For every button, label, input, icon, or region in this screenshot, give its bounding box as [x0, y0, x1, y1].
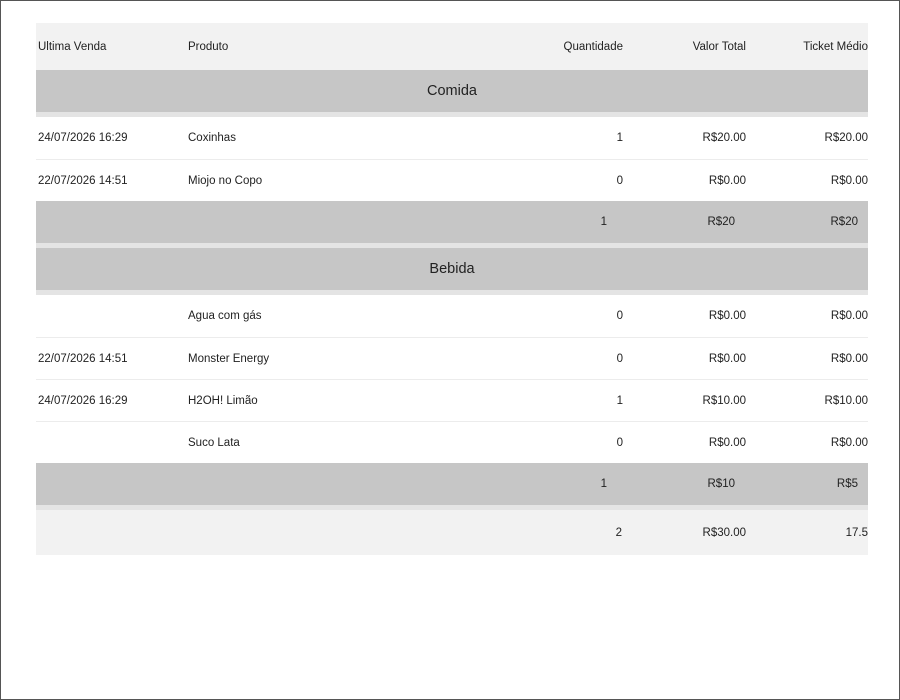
header-last-sale: Última Venda	[38, 40, 107, 53]
cell-total-value: R$0.00	[708, 174, 746, 187]
table-header-row: Última Venda Produto Quantidade Valor To…	[36, 23, 868, 70]
group-title: Bebida	[429, 261, 475, 277]
cell-product: Água com gás	[188, 310, 262, 322]
cell-avg-ticket: R$0.00	[830, 436, 868, 449]
cell-quantity: 0	[616, 436, 623, 449]
table-row: 22/07/2026 14:51 Miojo no Copo 0 R$0.00 …	[36, 159, 868, 201]
subtotal-quantity: 1	[600, 216, 607, 228]
cell-quantity: 1	[616, 132, 623, 144]
cell-product: Miojo no Copo	[188, 174, 263, 187]
grand-total-quantity: 2	[615, 526, 622, 539]
cell-total-value: R$0.00	[708, 310, 746, 322]
header-total-value: Valor Total	[692, 40, 746, 53]
group-header-comida: Comida	[36, 70, 868, 112]
cell-avg-ticket: R$0.00	[830, 174, 868, 187]
cell-product: H2OH! Limão	[188, 394, 258, 407]
cell-quantity: 0	[616, 174, 623, 187]
cell-last-sale: 22/07/2026 14:51	[38, 352, 128, 365]
subtotal-total-value: R$10	[707, 478, 736, 490]
subtotal-quantity: 1	[600, 478, 607, 490]
cell-last-sale: 22/07/2026 14:51	[38, 174, 128, 187]
table-row: Suco Lata 0 R$0.00 R$0.00	[36, 421, 868, 463]
cell-last-sale: 24/07/2026 16:29	[38, 132, 128, 144]
cell-last-sale: 24/07/2026 16:29	[38, 394, 128, 407]
cell-avg-ticket: R$10.00	[824, 394, 868, 407]
cell-product: Monster Energy	[188, 352, 270, 365]
subtotal-avg-ticket: R$5	[836, 478, 858, 490]
subtotal-row-comida: 1 R$20 R$20	[36, 201, 868, 243]
subtotal-avg-ticket: R$20	[830, 216, 859, 228]
header-avg-ticket: Ticket Médio	[803, 40, 868, 53]
cell-quantity: 0	[616, 310, 623, 322]
grand-total-row: 2 R$30.00 17.5	[36, 510, 868, 555]
cell-quantity: 1	[616, 394, 623, 407]
cell-total-value: R$0.00	[708, 436, 746, 449]
cell-quantity: 0	[616, 352, 623, 365]
cell-avg-ticket: R$0.00	[830, 352, 868, 365]
cell-product: Coxinhas	[188, 132, 236, 144]
table-row: 22/07/2026 14:51 Monster Energy 0 R$0.00…	[36, 337, 868, 379]
cell-avg-ticket: R$0.00	[830, 310, 868, 322]
cell-total-value: R$0.00	[708, 352, 746, 365]
cell-total-value: R$20.00	[702, 132, 746, 144]
group-title: Comida	[427, 83, 477, 99]
report-page: Última Venda Produto Quantidade Valor To…	[0, 0, 900, 700]
sales-report-table: Última Venda Produto Quantidade Valor To…	[36, 23, 868, 555]
grand-total-value: R$30.00	[702, 526, 746, 539]
cell-product: Suco Lata	[188, 436, 240, 449]
header-quantity: Quantidade	[563, 40, 623, 53]
subtotal-total-value: R$20	[707, 216, 736, 228]
cell-avg-ticket: R$20.00	[824, 132, 868, 144]
cell-total-value: R$10.00	[702, 394, 746, 407]
table-row: 24/07/2026 16:29 Coxinhas 1 R$20.00 R$20…	[36, 117, 868, 159]
subtotal-row-bebida: 1 R$10 R$5	[36, 463, 868, 505]
table-row: 24/07/2026 16:29 H2OH! Limão 1 R$10.00 R…	[36, 379, 868, 421]
table-row: Água com gás 0 R$0.00 R$0.00	[36, 295, 868, 337]
group-header-bebida: Bebida	[36, 248, 868, 290]
header-product: Produto	[188, 40, 229, 53]
grand-total-avg-ticket: 17.5	[845, 526, 868, 539]
